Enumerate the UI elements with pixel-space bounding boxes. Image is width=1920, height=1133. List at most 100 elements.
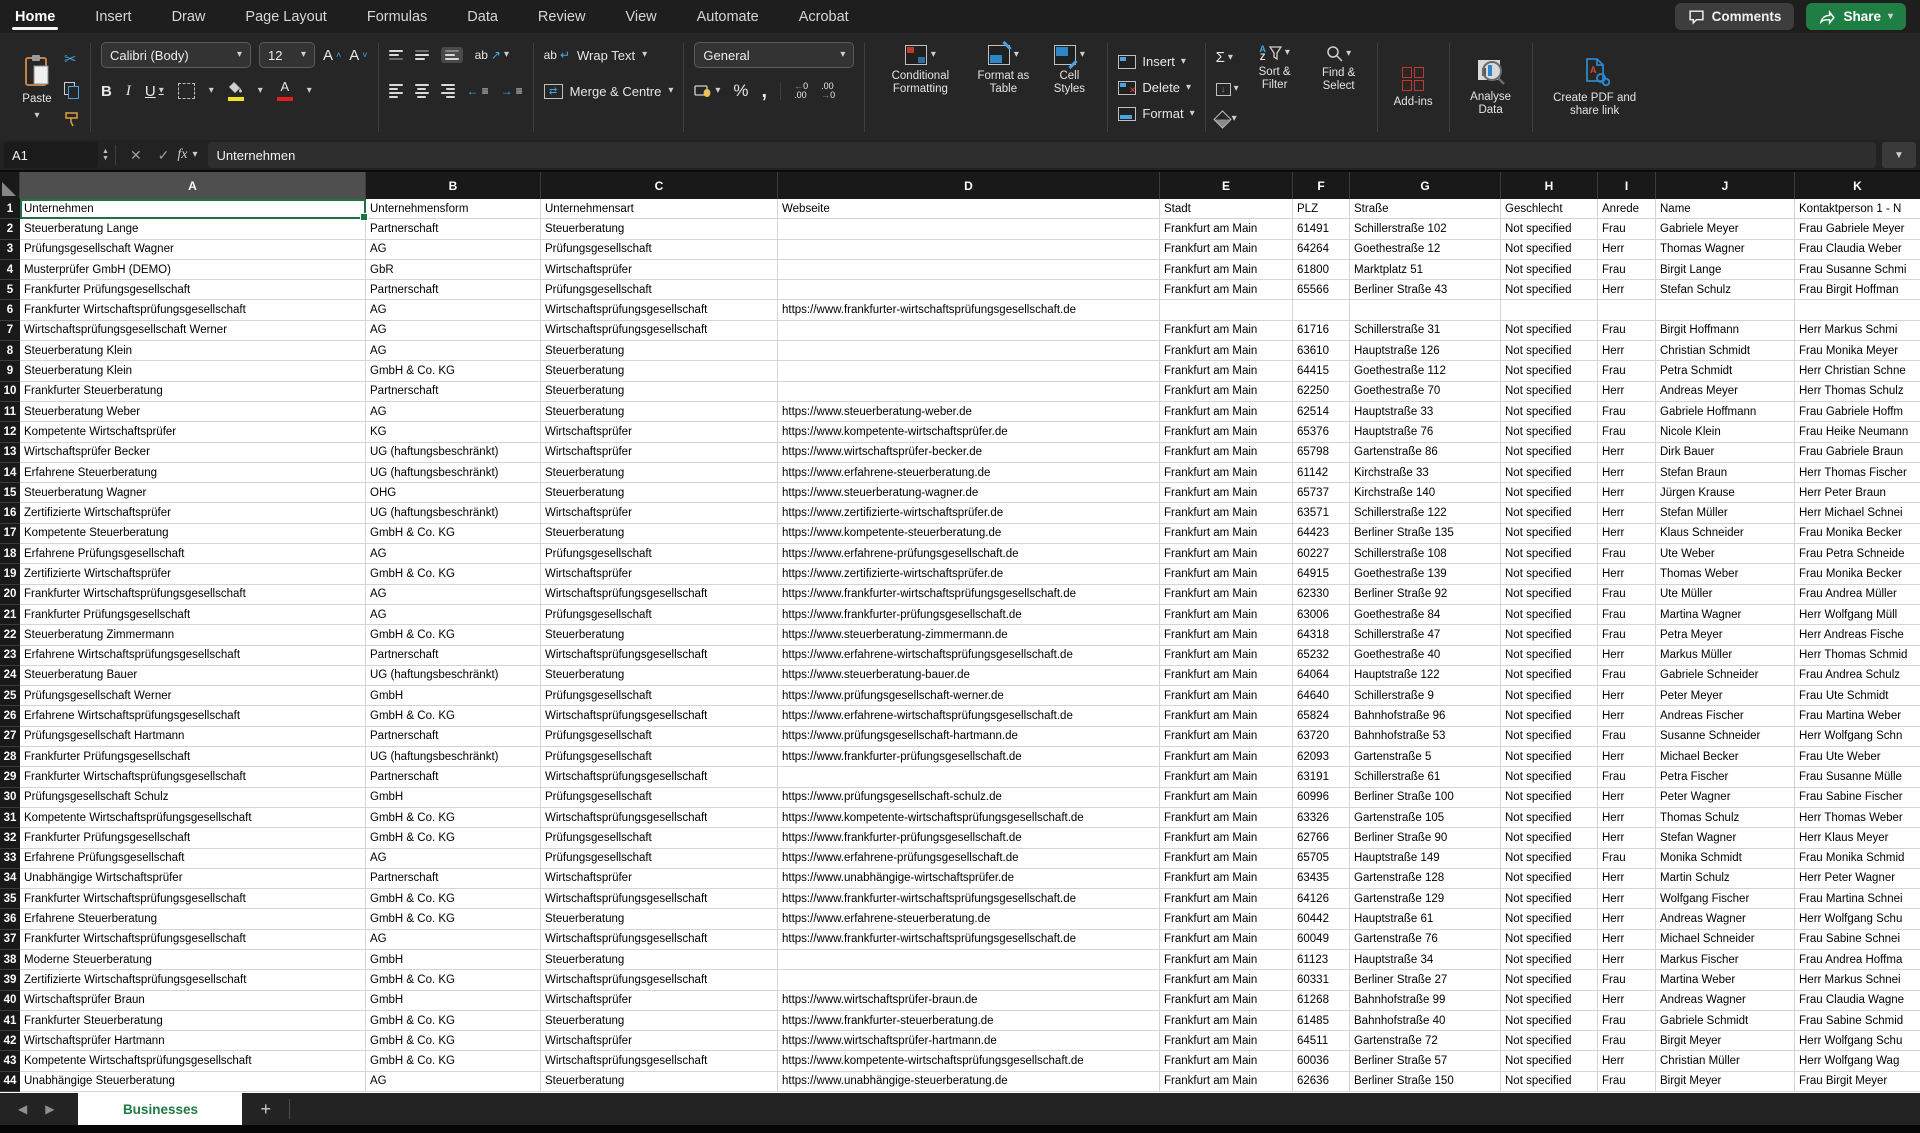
column-header-G[interactable]: G <box>1350 172 1501 199</box>
next-sheet-icon[interactable]: ▶ <box>45 1102 54 1116</box>
cell-E36[interactable]: Frankfurt am Main <box>1160 909 1293 929</box>
tab-draw[interactable]: Draw <box>169 0 209 33</box>
cell-C34[interactable]: Wirtschaftsprüfer <box>541 869 778 889</box>
cell-K44[interactable]: Frau Birgit Meyer <box>1795 1072 1920 1092</box>
cell-K29[interactable]: Frau Susanne Mülle <box>1795 767 1920 787</box>
cell-J38[interactable]: Markus Fischer <box>1656 950 1795 970</box>
cell-I21[interactable]: Frau <box>1598 605 1656 625</box>
cell-C15[interactable]: Steuerberatung <box>541 483 778 503</box>
cell-H10[interactable]: Not specified <box>1501 382 1598 402</box>
cell-A35[interactable]: Frankfurter Wirtschaftsprüfungsgesellsch… <box>20 889 366 909</box>
cell-F4[interactable]: 61800 <box>1293 260 1350 280</box>
cell-H30[interactable]: Not specified <box>1501 788 1598 808</box>
cell-E28[interactable]: Frankfurt am Main <box>1160 747 1293 767</box>
cell-C12[interactable]: Wirtschaftsprüfer <box>541 422 778 442</box>
cell-G42[interactable]: Gartenstraße 72 <box>1350 1031 1501 1051</box>
cell-J19[interactable]: Thomas Weber <box>1656 564 1795 584</box>
cell-D3[interactable] <box>778 240 1160 260</box>
cell-H22[interactable]: Not specified <box>1501 625 1598 645</box>
cell-E9[interactable]: Frankfurt am Main <box>1160 361 1293 381</box>
cell-E17[interactable]: Frankfurt am Main <box>1160 524 1293 544</box>
cell-F25[interactable]: 64640 <box>1293 686 1350 706</box>
cell-I31[interactable]: Herr <box>1598 808 1656 828</box>
cell-A24[interactable]: Steuerberatung Bauer <box>20 666 366 686</box>
column-header-B[interactable]: B <box>366 172 541 199</box>
cell-B18[interactable]: AG <box>366 544 541 564</box>
row-header-13[interactable]: 13 <box>0 443 20 463</box>
sort-filter-button[interactable]: AZ ▾ Sort & Filter <box>1247 41 1303 134</box>
cell-A37[interactable]: Frankfurter Wirtschaftsprüfungsgesellsch… <box>20 930 366 950</box>
cell-F31[interactable]: 63326 <box>1293 808 1350 828</box>
cell-E20[interactable]: Frankfurt am Main <box>1160 585 1293 605</box>
cell-C28[interactable]: Prüfungsgesellschaft <box>541 747 778 767</box>
cell-A41[interactable]: Frankfurter Steuerberatung <box>20 1011 366 1031</box>
cell-F41[interactable]: 61485 <box>1293 1011 1350 1031</box>
cell-B7[interactable]: AG <box>366 321 541 341</box>
tab-page-layout[interactable]: Page Layout <box>242 0 329 33</box>
underline-button[interactable]: U ▾ <box>145 83 164 100</box>
cell-I1[interactable]: Anrede <box>1598 199 1656 219</box>
cell-D18[interactable]: https://www.erfahrene-prüfungsgesellscha… <box>778 544 1160 564</box>
cell-K27[interactable]: Herr Wolfgang Schn <box>1795 727 1920 747</box>
row-header-4[interactable]: 4 <box>0 260 20 280</box>
cell-C2[interactable]: Steuerberatung <box>541 219 778 239</box>
number-format-select[interactable]: General▾ <box>694 42 854 68</box>
column-header-A[interactable]: A <box>20 172 366 199</box>
cell-K15[interactable]: Herr Peter Braun <box>1795 483 1920 503</box>
cell-C37[interactable]: Wirtschaftsprüfungsgesellschaft <box>541 930 778 950</box>
cell-D9[interactable] <box>778 361 1160 381</box>
cell-J35[interactable]: Wolfgang Fischer <box>1656 889 1795 909</box>
cell-B33[interactable]: AG <box>366 849 541 869</box>
cell-C13[interactable]: Wirtschaftsprüfer <box>541 443 778 463</box>
row-header-37[interactable]: 37 <box>0 930 20 950</box>
align-right-icon[interactable] <box>441 84 455 98</box>
paste-button[interactable]: Paste ▾ <box>16 41 58 134</box>
cell-G22[interactable]: Schillerstraße 47 <box>1350 625 1501 645</box>
add-sheet-button[interactable]: + <box>242 1093 289 1125</box>
cell-I12[interactable]: Frau <box>1598 422 1656 442</box>
font-color-icon[interactable]: A <box>277 81 293 101</box>
cell-G8[interactable]: Hauptstraße 126 <box>1350 341 1501 361</box>
cell-J31[interactable]: Thomas Schulz <box>1656 808 1795 828</box>
cell-E7[interactable]: Frankfurt am Main <box>1160 321 1293 341</box>
cell-C41[interactable]: Steuerberatung <box>541 1011 778 1031</box>
cell-B6[interactable]: AG <box>366 300 541 320</box>
name-box[interactable]: A1 <box>4 142 98 168</box>
cell-E11[interactable]: Frankfurt am Main <box>1160 402 1293 422</box>
cell-J32[interactable]: Stefan Wagner <box>1656 828 1795 848</box>
align-bottom-icon[interactable] <box>441 47 463 63</box>
cell-A36[interactable]: Erfahrene Steuerberatung <box>20 909 366 929</box>
cell-J6[interactable] <box>1656 300 1795 320</box>
cell-F6[interactable] <box>1293 300 1350 320</box>
cell-K20[interactable]: Frau Andrea Müller <box>1795 585 1920 605</box>
cell-F37[interactable]: 60049 <box>1293 930 1350 950</box>
cell-A30[interactable]: Prüfungsgesellschaft Schulz <box>20 788 366 808</box>
cell-I7[interactable]: Frau <box>1598 321 1656 341</box>
cell-G33[interactable]: Hauptstraße 149 <box>1350 849 1501 869</box>
cell-J29[interactable]: Petra Fischer <box>1656 767 1795 787</box>
cell-H29[interactable]: Not specified <box>1501 767 1598 787</box>
cell-B27[interactable]: Partnerschaft <box>366 727 541 747</box>
cell-I25[interactable]: Herr <box>1598 686 1656 706</box>
cell-styles-button[interactable]: ▾ Cell Styles <box>1041 41 1097 134</box>
cell-A44[interactable]: Unabhängige Steuerberatung <box>20 1072 366 1092</box>
cell-B14[interactable]: UG (haftungsbeschränkt) <box>366 463 541 483</box>
cell-B35[interactable]: GmbH & Co. KG <box>366 889 541 909</box>
cell-D35[interactable]: https://www.frankfurter-wirtschaftsprüfu… <box>778 889 1160 909</box>
cell-C23[interactable]: Wirtschaftsprüfungsgesellschaft <box>541 646 778 666</box>
cell-A28[interactable]: Frankfurter Prüfungsgesellschaft <box>20 747 366 767</box>
cell-C10[interactable]: Steuerberatung <box>541 382 778 402</box>
cell-A21[interactable]: Frankfurter Prüfungsgesellschaft <box>20 605 366 625</box>
cell-J13[interactable]: Dirk Bauer <box>1656 443 1795 463</box>
cell-B12[interactable]: KG <box>366 422 541 442</box>
merge-centre-dropdown-icon[interactable]: ▾ <box>668 86 673 96</box>
fill-down-icon[interactable]: ↓ ▾ <box>1216 83 1239 96</box>
cell-C9[interactable]: Steuerberatung <box>541 361 778 381</box>
cell-F1[interactable]: PLZ <box>1293 199 1350 219</box>
cell-D42[interactable]: https://www.wirtschaftsprüfer-hartmann.d… <box>778 1031 1160 1051</box>
cell-H19[interactable]: Not specified <box>1501 564 1598 584</box>
cell-A7[interactable]: Wirtschaftsprüfungsgesellschaft Werner <box>20 321 366 341</box>
cell-A10[interactable]: Frankfurter Steuerberatung <box>20 382 366 402</box>
cell-K22[interactable]: Herr Andreas Fische <box>1795 625 1920 645</box>
cell-G16[interactable]: Schillerstraße 122 <box>1350 503 1501 523</box>
